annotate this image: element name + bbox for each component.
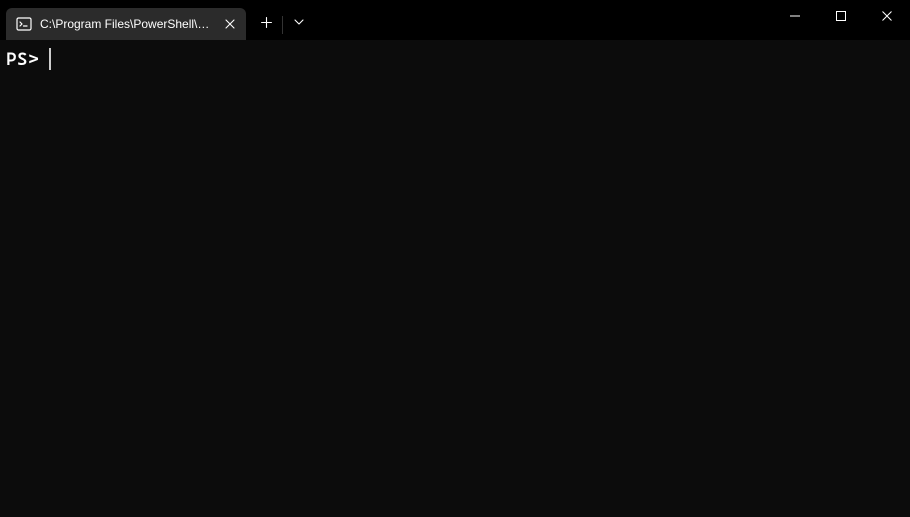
maximize-icon	[836, 11, 846, 21]
titlebar: C:\Program Files\PowerShell\7\pwsh.exe	[0, 0, 910, 40]
close-window-button[interactable]	[864, 0, 910, 32]
terminal-icon	[16, 16, 32, 32]
tab-powershell[interactable]: C:\Program Files\PowerShell\7\pwsh.exe	[6, 8, 246, 40]
minimize-icon	[790, 11, 800, 21]
window-controls	[772, 0, 910, 32]
terminal-body[interactable]: PS>	[0, 40, 910, 517]
chevron-down-icon	[294, 19, 304, 25]
tab-close-button[interactable]	[222, 16, 238, 32]
new-tab-button[interactable]	[250, 6, 282, 38]
minimize-button[interactable]	[772, 0, 818, 32]
text-cursor	[49, 48, 51, 70]
maximize-button[interactable]	[818, 0, 864, 32]
tabs-area: C:\Program Files\PowerShell\7\pwsh.exe	[0, 0, 315, 40]
tab-title: C:\Program Files\PowerShell\7\pwsh.exe	[40, 17, 216, 31]
close-icon	[882, 11, 892, 21]
plus-icon	[261, 17, 272, 28]
prompt-text: PS>	[6, 49, 39, 70]
close-icon	[225, 19, 235, 29]
tab-actions	[250, 0, 315, 40]
prompt-line: PS>	[6, 48, 904, 70]
tab-dropdown-button[interactable]	[283, 6, 315, 38]
